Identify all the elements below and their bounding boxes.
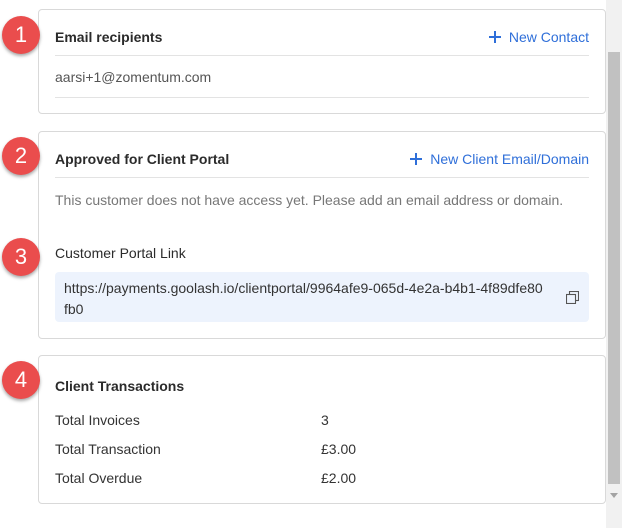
- new-contact-label: New Contact: [508, 28, 589, 45]
- transaction-row: Total Overdue £2.00: [55, 470, 589, 490]
- annotation-badge-3: 3: [2, 238, 40, 276]
- copy-icon[interactable]: [566, 291, 579, 304]
- annotation-badge-2: 2: [2, 137, 40, 175]
- email-recipients-header: Email recipients New Contact: [55, 10, 589, 56]
- new-client-email-domain-label: New Client Email/Domain: [430, 150, 589, 167]
- portal-access-notice: This customer does not have access yet. …: [55, 192, 564, 208]
- email-recipients-card: Email recipients New Contact aarsi+1@zom…: [38, 9, 606, 114]
- plus-icon: [488, 30, 501, 43]
- total-invoices-label: Total Invoices: [55, 412, 140, 428]
- new-client-email-domain-button[interactable]: New Client Email/Domain: [410, 143, 589, 167]
- customer-portal-link-url[interactable]: https://payments.goolash.io/clientportal…: [64, 280, 543, 317]
- transaction-row: Total Invoices 3: [55, 412, 589, 432]
- customer-portal-link-box: https://payments.goolash.io/clientportal…: [55, 272, 589, 322]
- annotation-badge-4: 4: [2, 361, 40, 399]
- total-transaction-label: Total Transaction: [55, 441, 161, 457]
- recipient-email: aarsi+1@zomentum.com: [55, 68, 212, 85]
- client-portal-title: Approved for Client Portal: [55, 150, 230, 167]
- plus-icon: [410, 152, 423, 165]
- sidebar-panel: Email recipients New Contact aarsi+1@zom…: [0, 0, 628, 528]
- email-recipients-title: Email recipients: [55, 28, 163, 45]
- total-overdue-label: Total Overdue: [55, 470, 143, 486]
- client-transactions-card: Client Transactions Total Invoices 3 Tot…: [38, 355, 606, 504]
- customer-portal-link-label: Customer Portal Link: [55, 245, 186, 261]
- client-portal-card: Approved for Client Portal New Client Em…: [38, 131, 606, 339]
- recipient-item: aarsi+1@zomentum.com: [55, 56, 589, 98]
- total-transaction-value: £3.00: [321, 441, 357, 457]
- scrollbar-thumb[interactable]: [608, 52, 620, 484]
- client-portal-header: Approved for Client Portal New Client Em…: [55, 132, 589, 178]
- client-transactions-title: Client Transactions: [55, 378, 185, 394]
- total-invoices-value: 3: [321, 412, 329, 428]
- total-overdue-value: £2.00: [321, 470, 357, 486]
- transaction-row: Total Transaction £3.00: [55, 441, 589, 461]
- client-transactions-header: Client Transactions: [55, 356, 589, 408]
- scroll-down-arrow-icon[interactable]: [610, 493, 618, 498]
- annotation-badge-1: 1: [2, 16, 40, 54]
- new-contact-button[interactable]: New Contact: [488, 21, 589, 45]
